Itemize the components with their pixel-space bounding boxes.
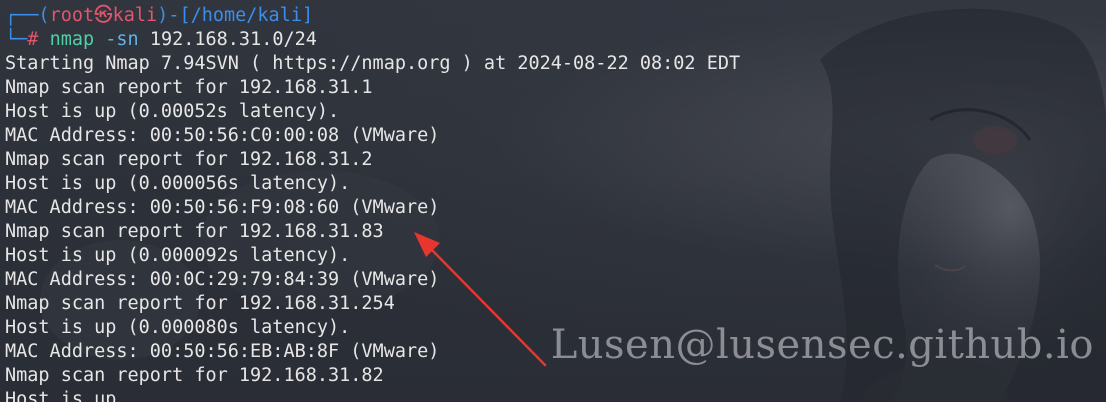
prompt-path: /home/kali bbox=[190, 5, 302, 26]
output-line: MAC Address: 00:0C:29:79:84:39 (VMware) bbox=[5, 269, 440, 290]
command-target: 192.168.31.0/24 bbox=[149, 29, 317, 50]
terminal-window[interactable]: ┌──(root㉿kali)-[/home/kali] └─# nmap -sn… bbox=[0, 0, 1106, 402]
command-line[interactable]: └─# nmap -sn 192.168.31.0/24 bbox=[5, 28, 1106, 52]
watermark: Lusen@lusensec.github.io bbox=[550, 322, 1094, 368]
output-line: Host is up (0.00052s latency). bbox=[5, 101, 340, 122]
output-line: Nmap scan report for 192.168.31.2 bbox=[5, 149, 373, 170]
output-line-highlighted-host: Nmap scan report for 192.168.31.83 bbox=[5, 221, 384, 242]
command-name: nmap bbox=[49, 29, 95, 50]
prompt-separator: )-[ bbox=[157, 5, 191, 26]
output-line: MAC Address: 00:50:56:F9:08:60 (VMware) bbox=[5, 197, 440, 218]
prompt-hash: # bbox=[27, 29, 39, 50]
command-flag: -sn bbox=[105, 29, 139, 50]
prompt-close: ] bbox=[301, 5, 314, 26]
prompt-user-host: root㉿kali bbox=[49, 5, 158, 26]
output-line: Host is up (0.000092s latency). bbox=[5, 245, 351, 266]
output-line: Host is up. bbox=[5, 389, 128, 402]
prompt-line-top: ┌──(root㉿kali)-[/home/kali] bbox=[5, 4, 1106, 28]
output-line: MAC Address: 00:50:56:C0:00:08 (VMware) bbox=[5, 125, 440, 146]
prompt-box-bottom: └─ bbox=[5, 29, 28, 50]
output-line: Nmap scan report for 192.168.31.254 bbox=[5, 293, 395, 314]
output-line: Starting Nmap 7.94SVN ( https://nmap.org… bbox=[5, 53, 741, 74]
output-line: Host is up (0.000056s latency). bbox=[5, 173, 351, 194]
output-line: Nmap scan report for 192.168.31.1 bbox=[5, 77, 373, 98]
prompt-box-top: ┌──( bbox=[5, 5, 50, 26]
